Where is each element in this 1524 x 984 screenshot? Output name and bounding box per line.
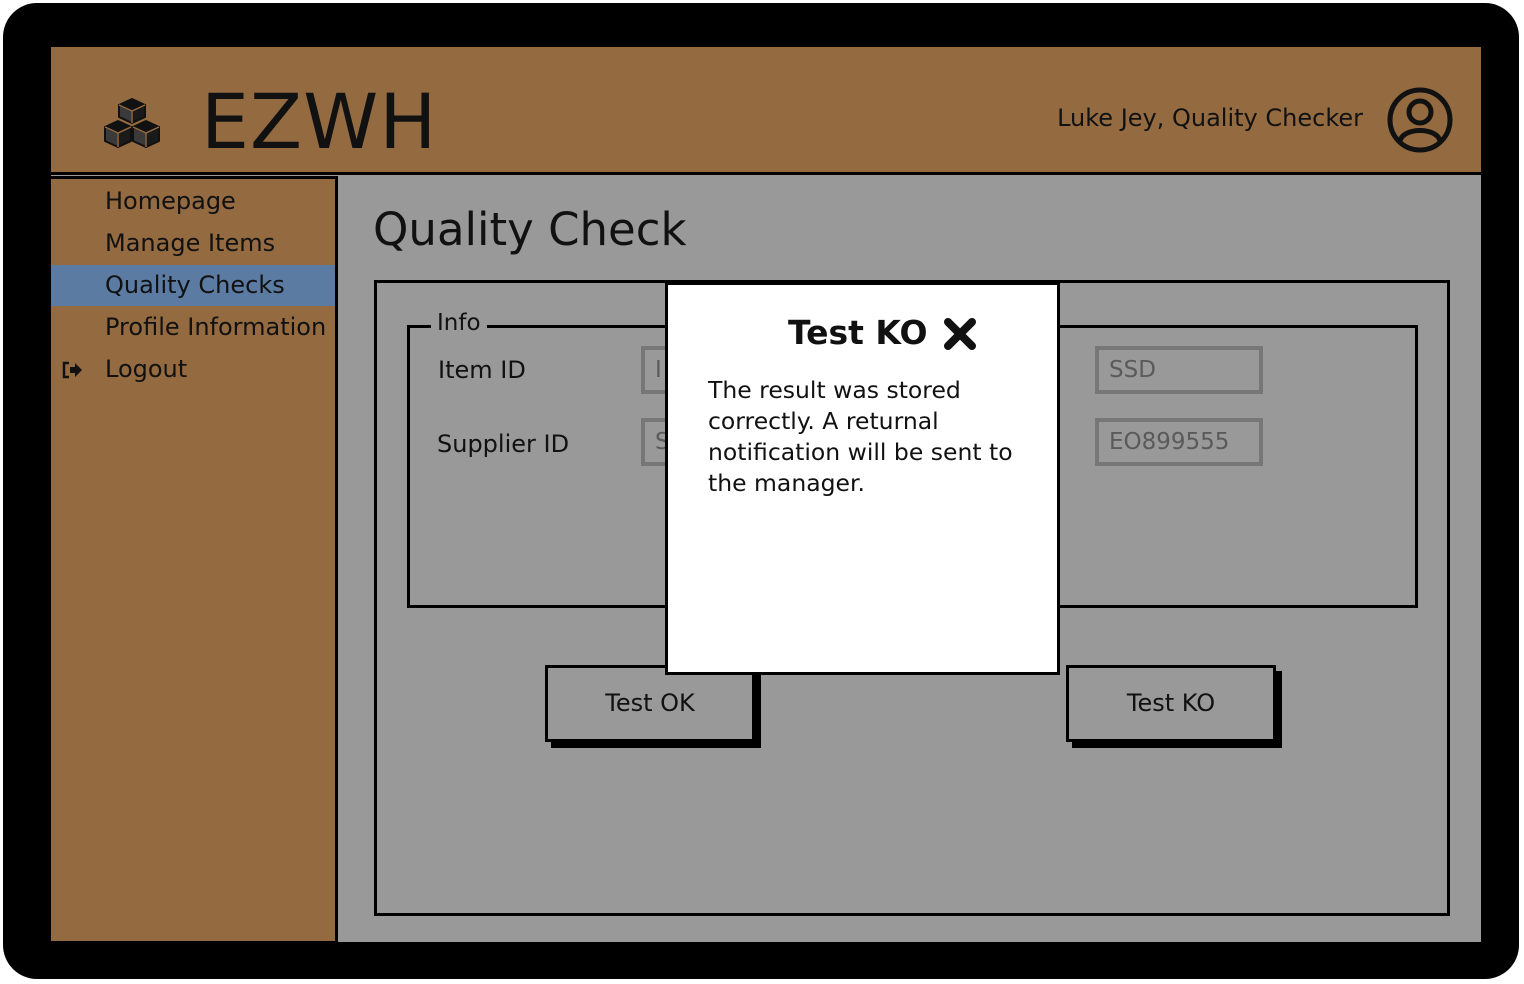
sidebar-item-quality-checks[interactable]: Quality Checks: [51, 265, 335, 306]
top-header: EZWH Luke Jey, Quality Checker: [51, 47, 1481, 175]
item-id-label: Item ID: [438, 356, 526, 384]
sidebar: Homepage Manage Items Quality Checks Pro…: [48, 176, 338, 944]
sidebar-item-label: Logout: [105, 355, 188, 383]
user-name-label: Luke Jey, Quality Checker: [1057, 104, 1363, 132]
app-title: EZWH: [201, 77, 438, 166]
sidebar-item-label: Manage Items: [105, 229, 276, 257]
info-legend: Info: [431, 305, 487, 341]
supplier-id-label: Supplier ID: [437, 430, 570, 458]
logout-icon: [62, 361, 82, 379]
test-ko-button[interactable]: Test KO: [1066, 665, 1276, 742]
supplier-id-value-field[interactable]: EO899555: [1095, 418, 1263, 466]
page-title: Quality Check: [373, 203, 687, 256]
sidebar-item-homepage[interactable]: Homepage: [51, 181, 335, 222]
sidebar-item-label: Quality Checks: [105, 271, 285, 299]
modal-title: Test KO: [788, 313, 928, 352]
sidebar-item-label: Profile Information: [105, 313, 327, 341]
device-frame: EZWH Luke Jey, Quality Checker Homepage …: [3, 3, 1519, 979]
test-ok-button[interactable]: Test OK: [545, 665, 755, 742]
cubes-icon: [104, 98, 160, 148]
close-icon[interactable]: [943, 317, 977, 351]
sidebar-item-manage-items[interactable]: Manage Items: [51, 223, 335, 264]
modal-message: The result was stored correctly. A retur…: [708, 376, 1013, 497]
sidebar-item-profile-information[interactable]: Profile Information: [51, 307, 335, 348]
app-screen: EZWH Luke Jey, Quality Checker Homepage …: [48, 47, 1481, 944]
result-modal: Test KO The result was stored correctly.…: [665, 282, 1060, 675]
sidebar-item-label: Homepage: [105, 187, 236, 215]
user-avatar-icon[interactable]: [1387, 87, 1453, 153]
item-id-value-field[interactable]: SSD: [1095, 346, 1263, 394]
sidebar-item-logout[interactable]: Logout: [51, 349, 335, 390]
